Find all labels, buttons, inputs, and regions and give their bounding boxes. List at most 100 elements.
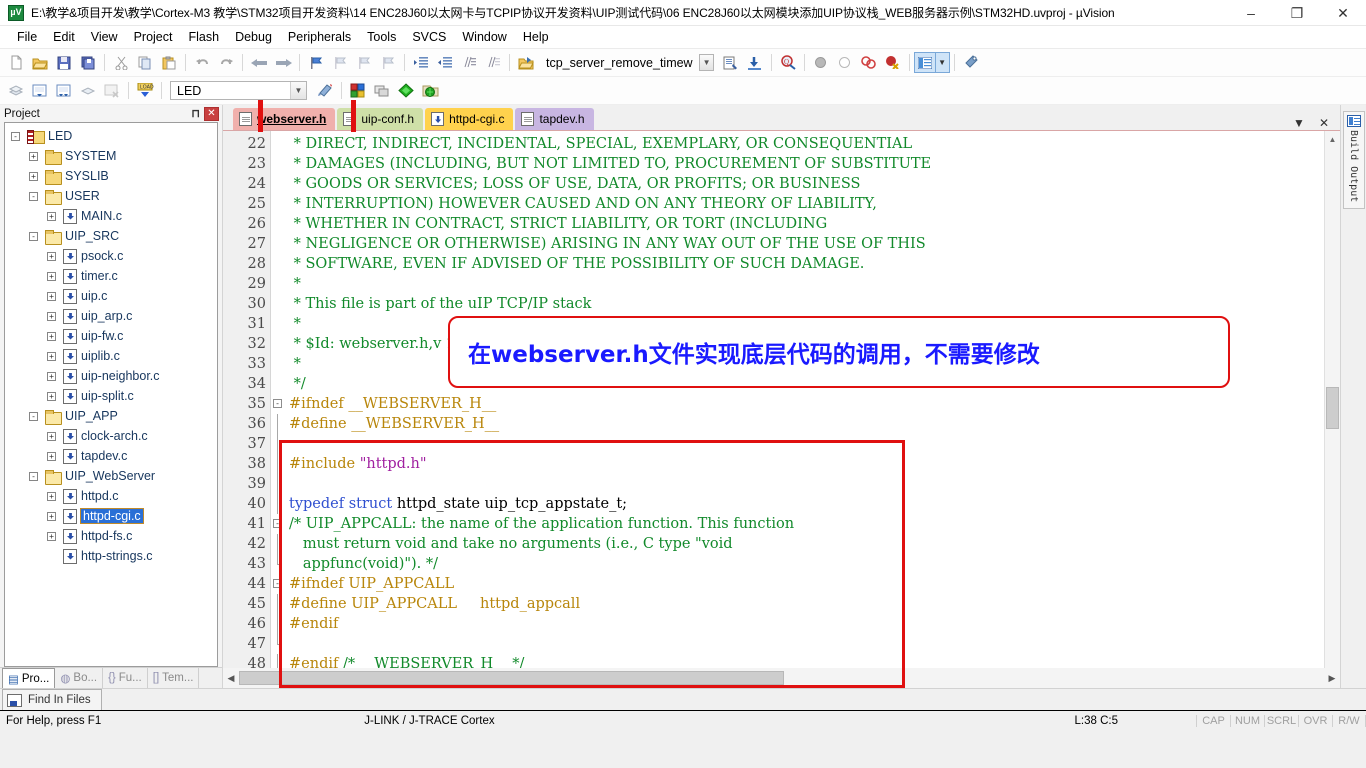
dropdown-arrow-icon[interactable]: ▼ — [936, 52, 950, 73]
expand-icon[interactable]: + — [47, 332, 56, 341]
menu-item-debug[interactable]: Debug — [227, 28, 280, 46]
project-pane-tab-pro[interactable]: ▤Pro... — [2, 668, 55, 688]
project-pane-tab-fu[interactable]: {}Fu... — [103, 668, 148, 688]
tree-item-uip-arp-c[interactable]: +uip_arp.c — [5, 306, 217, 326]
tree-item-uip-split-c[interactable]: +uip-split.c — [5, 386, 217, 406]
code-line[interactable]: * NEGLIGENCE OR OTHERWISE) ARISING IN AN… — [285, 234, 1324, 254]
expand-icon[interactable]: + — [47, 272, 56, 281]
expand-icon[interactable]: + — [47, 352, 56, 361]
vertical-scroll-thumb[interactable] — [1326, 387, 1339, 429]
bookmark-prev-icon[interactable] — [328, 51, 352, 75]
menu-item-file[interactable]: File — [9, 28, 45, 46]
tree-item-timer-c[interactable]: +timer.c — [5, 266, 217, 286]
expand-icon[interactable]: + — [47, 492, 56, 501]
minimize-button[interactable]: – — [1228, 0, 1274, 26]
expand-icon[interactable]: + — [47, 212, 56, 221]
expand-icon[interactable]: + — [47, 452, 56, 461]
collapse-icon[interactable]: - — [273, 399, 282, 408]
copy-icon[interactable] — [133, 51, 157, 75]
open-file-icon[interactable] — [28, 51, 52, 75]
code-line[interactable] — [285, 474, 1324, 494]
save-icon[interactable] — [52, 51, 76, 75]
code-line[interactable]: #endif — [285, 614, 1324, 634]
navigate-forward-icon[interactable] — [271, 51, 295, 75]
manage-project-items-icon[interactable] — [346, 79, 370, 103]
build-target-icon[interactable] — [28, 79, 52, 103]
tree-item-uip-webserver[interactable]: -UIP_WebServer — [5, 466, 217, 486]
code-line[interactable]: * DAMAGES (INCLUDING, BUT NOT LIMITED TO… — [285, 154, 1324, 174]
translate-icon[interactable] — [4, 79, 28, 103]
tree-item-led[interactable]: -LED — [5, 126, 217, 146]
tree-item-clock-arch-c[interactable]: +clock-arch.c — [5, 426, 217, 446]
editor-tab-uip-conf-h[interactable]: uip-conf.h — [337, 108, 423, 130]
target-select[interactable]: LED ▼ — [170, 81, 307, 100]
code-line[interactable]: * WHETHER IN CONTRACT, STRICT LIABILITY,… — [285, 214, 1324, 234]
batch-build-icon[interactable] — [76, 79, 100, 103]
tree-item-syslib[interactable]: +SYSLIB — [5, 166, 217, 186]
new-file-icon[interactable] — [4, 51, 28, 75]
redo-icon[interactable] — [214, 51, 238, 75]
comment-icon[interactable] — [457, 51, 481, 75]
code-line[interactable] — [285, 634, 1324, 654]
tree-item-uip-app[interactable]: -UIP_APP — [5, 406, 217, 426]
horizontal-scroll-thumb[interactable] — [239, 671, 784, 685]
scroll-left-button[interactable]: ◀ — [223, 670, 239, 686]
code-editor[interactable]: 2223242526272829303132333435363738394041… — [223, 131, 1340, 668]
tree-item-uip-c[interactable]: +uip.c — [5, 286, 217, 306]
breakpoint-insert-icon[interactable] — [809, 51, 833, 75]
code-line[interactable]: * $Id: webserver.h,v 1.2 2006/06/11 21:4… — [285, 334, 1324, 354]
expand-icon[interactable]: + — [47, 372, 56, 381]
menu-item-peripherals[interactable]: Peripherals — [280, 28, 359, 46]
code-line[interactable]: */ — [285, 374, 1324, 394]
code-line[interactable]: * GOODS OR SERVICES; LOSS OF USE, DATA, … — [285, 174, 1324, 194]
tree-item-main-c[interactable]: +MAIN.c — [5, 206, 217, 226]
expand-icon[interactable]: + — [47, 432, 56, 441]
code-line[interactable]: appfunc(void)"). */ — [285, 554, 1324, 574]
tree-item-tapdev-c[interactable]: +tapdev.c — [5, 446, 217, 466]
fold-marker[interactable]: - — [271, 574, 285, 594]
expand-icon[interactable]: + — [47, 532, 56, 541]
code-line[interactable]: * This file is part of the uIP TCP/IP st… — [285, 294, 1324, 314]
menu-item-tools[interactable]: Tools — [359, 28, 404, 46]
pin-icon[interactable]: ⊓ — [187, 107, 204, 120]
collapse-icon[interactable]: - — [11, 132, 20, 141]
configuration-wizard-icon[interactable] — [313, 79, 337, 103]
components-env-books-icon[interactable] — [370, 79, 394, 103]
tree-item-system[interactable]: +SYSTEM — [5, 146, 217, 166]
tree-item-uiplib-c[interactable]: +uiplib.c — [5, 346, 217, 366]
collapse-icon[interactable]: - — [273, 519, 282, 528]
outdent-icon[interactable] — [433, 51, 457, 75]
tree-item-httpd-c[interactable]: +httpd.c — [5, 486, 217, 506]
expand-icon[interactable]: + — [47, 292, 56, 301]
code-folding-column[interactable]: - - - — [271, 131, 285, 668]
find-in-files-tab[interactable]: Find In Files — [2, 689, 102, 710]
configuration-wizard-icon[interactable] — [959, 51, 983, 75]
fold-marker[interactable]: - — [271, 514, 285, 534]
expand-icon[interactable]: + — [29, 172, 38, 181]
code-line[interactable]: * — [285, 314, 1324, 334]
expand-icon[interactable]: + — [47, 512, 56, 521]
debug-session-icon[interactable] — [514, 51, 538, 75]
editor-tab-httpd-cgi-c[interactable]: httpd-cgi.c — [425, 108, 513, 130]
breakpoint-disable-icon[interactable] — [833, 51, 857, 75]
code-line[interactable]: * — [285, 354, 1324, 374]
manage-run-time-env-icon[interactable] — [418, 79, 442, 103]
insert-bookmark-find-icon[interactable]: Q — [776, 51, 800, 75]
code-line[interactable]: #define UIP_APPCALL httpd_appcall — [285, 594, 1324, 614]
rebuild-all-icon[interactable] — [52, 79, 76, 103]
editor-tab-webserver-h[interactable]: webserver.h — [233, 108, 335, 130]
tree-item-psock-c[interactable]: +psock.c — [5, 246, 217, 266]
collapse-icon[interactable]: - — [29, 232, 38, 241]
tree-item-uip-src[interactable]: -UIP_SRC — [5, 226, 217, 246]
code-line[interactable]: typedef struct httpd_state uip_tcp_appst… — [285, 494, 1324, 514]
scroll-right-button[interactable]: ▶ — [1324, 670, 1340, 686]
tree-item-uip-fw-c[interactable]: +uip-fw.c — [5, 326, 217, 346]
collapse-icon[interactable]: - — [29, 412, 38, 421]
menu-item-edit[interactable]: Edit — [45, 28, 83, 46]
code-line[interactable] — [285, 434, 1324, 454]
tree-item-uip-neighbor-c[interactable]: +uip-neighbor.c — [5, 366, 217, 386]
stop-build-icon[interactable] — [100, 79, 124, 103]
menu-item-project[interactable]: Project — [126, 28, 181, 46]
code-line[interactable]: * — [285, 274, 1324, 294]
project-window-icon[interactable] — [914, 52, 936, 73]
